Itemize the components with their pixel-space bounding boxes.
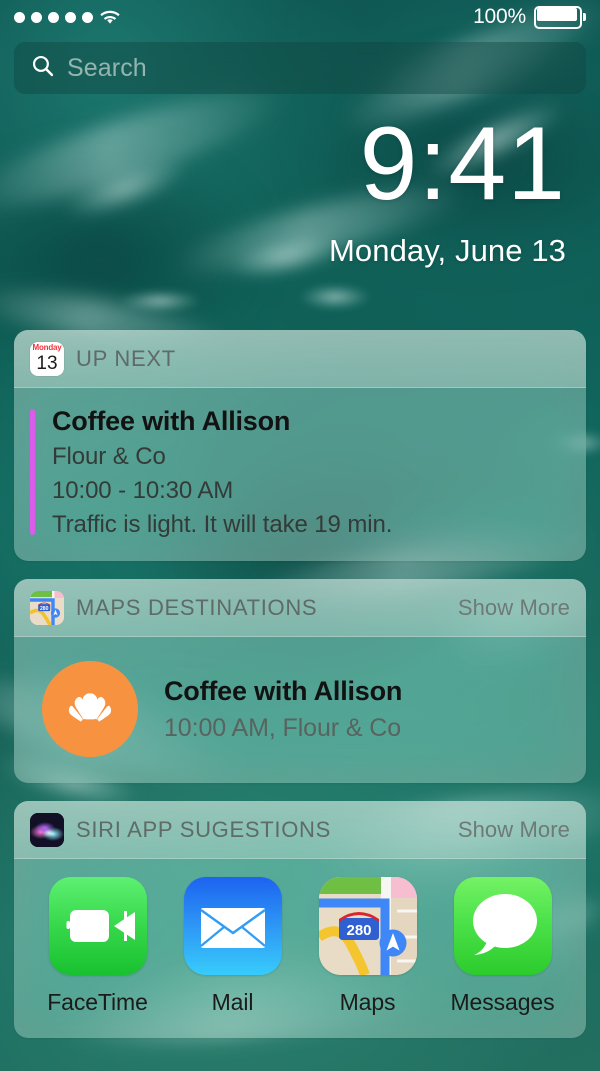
widget-title-siri: SIRI APP SUGESTIONS [76, 816, 331, 842]
app-label-messages: Messages [450, 989, 555, 1015]
widget-title-maps: MAPS DESTINATIONS [76, 594, 318, 620]
destination-details: Coffee with Allison 10:00 AM, Flour & Co [164, 676, 402, 743]
event-details: Coffee with Allison Flour & Co 10:00 - 1… [52, 406, 392, 539]
maps-icon: 280 [30, 590, 64, 625]
status-bar-right: 100% [473, 5, 586, 29]
widget-header-siri: SIRI APP SUGESTIONS Show More [14, 801, 586, 859]
signal-dot-2 [31, 11, 42, 23]
widget-title-up-next: UP NEXT [76, 345, 176, 371]
wifi-icon [99, 9, 121, 25]
search-input[interactable]: Search [67, 54, 147, 83]
status-bar-left [14, 9, 121, 25]
signal-dot-1 [14, 11, 25, 23]
search-bar[interactable]: Search [14, 42, 586, 94]
event-traffic: Traffic is light. It will take 19 min. [52, 511, 393, 538]
svg-text:280: 280 [40, 605, 49, 611]
search-icon [30, 53, 55, 83]
widget-up-next[interactable]: Monday 13 UP NEXT Coffee with Allison Fl… [14, 330, 586, 561]
show-more-siri[interactable]: Show More [458, 817, 570, 843]
clock-time: 9:41 [359, 106, 566, 222]
lock-screen-clock: 9:41 Monday, June 13 [329, 112, 566, 269]
widget-stack: Monday 13 UP NEXT Coffee with Allison Fl… [14, 330, 586, 1056]
signal-dot-5 [82, 11, 93, 23]
widget-body-maps: Coffee with Allison 10:00 AM, Flour & Co [14, 637, 586, 783]
calendar-icon-day: 13 [36, 352, 58, 374]
event-accent-bar [30, 409, 35, 535]
show-more-maps[interactable]: Show More [458, 595, 570, 621]
destination-title: Coffee with Allison [164, 675, 403, 706]
highway-shield-number: 280 [346, 922, 371, 939]
app-mail[interactable]: Mail [174, 877, 292, 1016]
event-title: Coffee with Allison [52, 406, 291, 436]
facetime-icon [48, 877, 147, 975]
event-time: 10:00 - 10:30 AM [52, 477, 234, 504]
destination-subtitle: 10:00 AM, Flour & Co [164, 713, 402, 742]
messages-icon [453, 877, 552, 975]
widget-siri-app-suggestions[interactable]: SIRI APP SUGESTIONS Show More FaceTime M… [14, 801, 586, 1038]
event-item[interactable]: Coffee with Allison Flour & Co 10:00 - 1… [30, 406, 570, 539]
signal-dot-3 [48, 11, 59, 23]
battery-full-icon [534, 5, 586, 29]
battery-percent-label: 100% [473, 5, 526, 28]
app-label-facetime: FaceTime [47, 989, 148, 1015]
calendar-icon: Monday 13 [30, 341, 64, 376]
destination-item[interactable]: Coffee with Allison 10:00 AM, Flour & Co [30, 655, 570, 761]
calendar-icon-weekday: Monday [32, 342, 62, 352]
app-facetime[interactable]: FaceTime [39, 877, 157, 1016]
croissant-icon [42, 661, 138, 757]
widget-body-siri: FaceTime Mail 280 Maps Messages [14, 859, 586, 1038]
widget-header-up-next: Monday 13 UP NEXT [14, 330, 586, 388]
app-messages[interactable]: Messages [444, 877, 562, 1016]
widget-header-maps: 280 MAPS DESTINATIONS Show More [14, 579, 586, 637]
widget-body-up-next: Coffee with Allison Flour & Co 10:00 - 1… [14, 388, 586, 561]
clock-date: Monday, June 13 [328, 233, 566, 268]
app-label-mail: Mail [211, 989, 254, 1015]
siri-icon [30, 812, 64, 847]
signal-dot-4 [65, 11, 76, 23]
app-label-maps: Maps [339, 989, 396, 1015]
widget-maps-destinations[interactable]: 280 MAPS DESTINATIONS Show More Coffee w… [14, 579, 586, 783]
suggested-apps-grid: FaceTime Mail 280 Maps Messages [24, 873, 576, 1020]
app-maps[interactable]: 280 Maps [309, 877, 427, 1016]
event-location: Flour & Co [52, 443, 166, 470]
status-bar: 100% [0, 0, 600, 34]
mail-icon [183, 877, 282, 975]
maps-icon: 280 [318, 877, 417, 975]
